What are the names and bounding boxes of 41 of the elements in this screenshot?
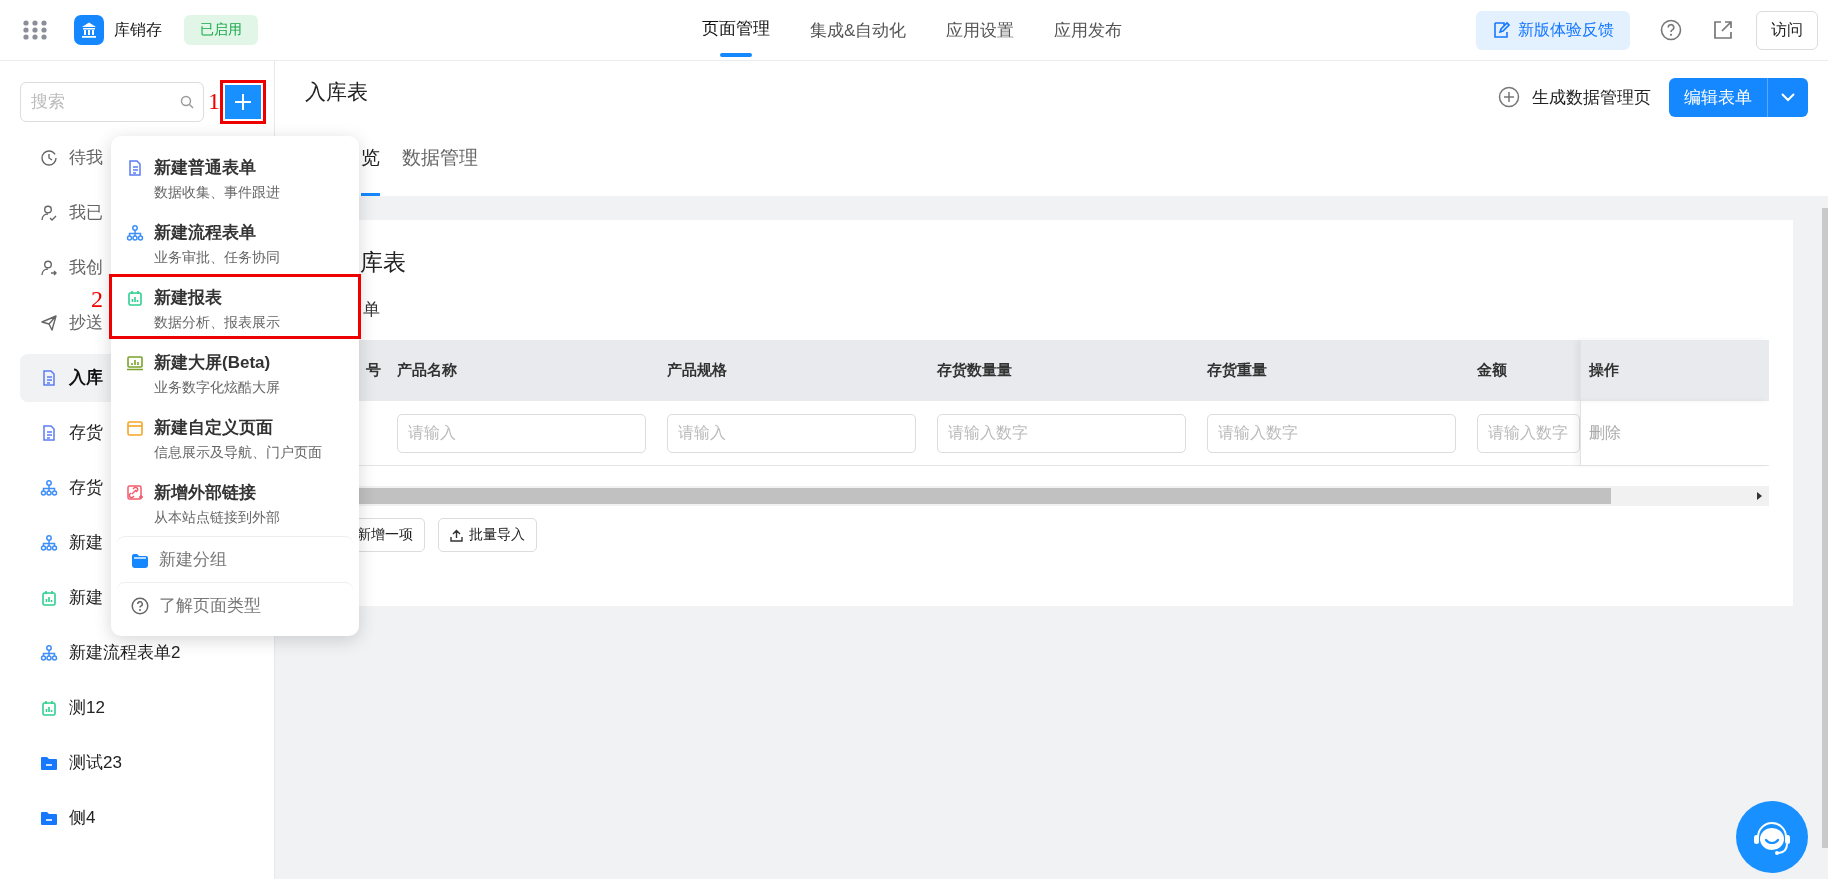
subform-label: 单 bbox=[362, 299, 381, 321]
item-label: 我创 bbox=[69, 257, 103, 279]
menu-item-description: 信息展示及导航、门户页面 bbox=[154, 444, 322, 462]
menu-item-description: 从本站点链接到外部 bbox=[154, 509, 280, 527]
step-marker: 2 bbox=[91, 288, 103, 310]
item-label: 新建 bbox=[69, 587, 103, 609]
step-marker: 1 bbox=[208, 88, 221, 115]
page-title: 入库表 bbox=[305, 79, 368, 105]
menu-item-description: 数据收集、事件跟进 bbox=[154, 184, 280, 202]
item-label: 存货 bbox=[69, 477, 103, 499]
column-header: 产品名称 bbox=[396, 360, 458, 380]
item-label: 测试23 bbox=[69, 752, 122, 774]
status-badge: 已启用 bbox=[184, 15, 258, 45]
item-label: 入库 bbox=[69, 367, 103, 389]
column-header: 存货数量量 bbox=[936, 360, 1013, 380]
column-header: 操作 bbox=[1580, 340, 1769, 401]
menu-item-label: 了解页面类型 bbox=[159, 595, 261, 617]
column-header: 产品规格 bbox=[666, 360, 728, 380]
menu-item-description: 业务审批、任务协同 bbox=[154, 249, 280, 267]
item-label: 待我 bbox=[69, 147, 103, 169]
menu-item-title: 新增外部链接 bbox=[154, 482, 256, 504]
menu-item-title: 新建流程表单 bbox=[154, 222, 256, 244]
app-name: 库销存 bbox=[114, 19, 162, 40]
item-label: 我已 bbox=[69, 202, 103, 224]
item-label: 抄送 bbox=[69, 312, 103, 334]
item-label: 新建 bbox=[69, 532, 103, 554]
item-label: 新建流程表单2 bbox=[69, 642, 181, 664]
menu-item-label: 新建分组 bbox=[159, 549, 227, 571]
menu-item-title: 新建报表 bbox=[154, 287, 222, 309]
item-label: 测12 bbox=[69, 697, 105, 719]
item-label: 存货 bbox=[69, 422, 103, 444]
menu-item-title: 新建普通表单 bbox=[154, 157, 256, 179]
menu-item-title: 新建大屏(Beta) bbox=[154, 352, 271, 374]
item-label: 侧4 bbox=[69, 807, 96, 829]
menu-item-description: 业务数字化炫酷大屏 bbox=[154, 379, 280, 397]
form-title: 库表 bbox=[359, 248, 407, 277]
column-header: 号 bbox=[365, 360, 382, 380]
menu-item-title: 新建自定义页面 bbox=[154, 417, 273, 439]
column-header: 存货重量 bbox=[1206, 360, 1268, 380]
menu-item-description: 数据分析、报表展示 bbox=[154, 314, 280, 332]
column-header: 金额 bbox=[1476, 360, 1508, 380]
